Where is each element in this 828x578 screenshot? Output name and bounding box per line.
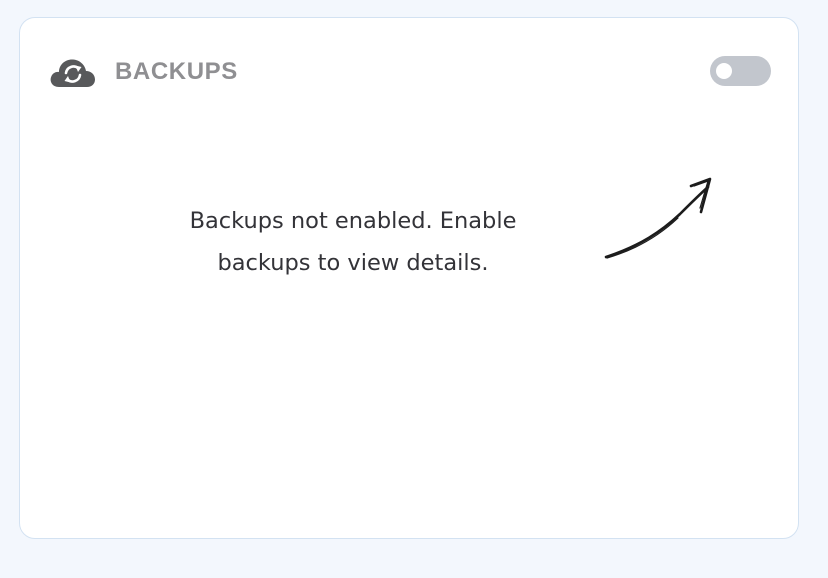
backups-card: BACKUPS Backups not enabled. Enable back… — [19, 17, 799, 539]
cloud-sync-icon — [49, 54, 97, 90]
card-title: BACKUPS — [115, 58, 238, 85]
empty-state-message: Backups not enabled. Enable backups to v… — [189, 208, 517, 276]
arrow-icon — [600, 168, 730, 278]
toggle-knob — [716, 63, 732, 79]
backups-toggle[interactable] — [710, 56, 771, 86]
